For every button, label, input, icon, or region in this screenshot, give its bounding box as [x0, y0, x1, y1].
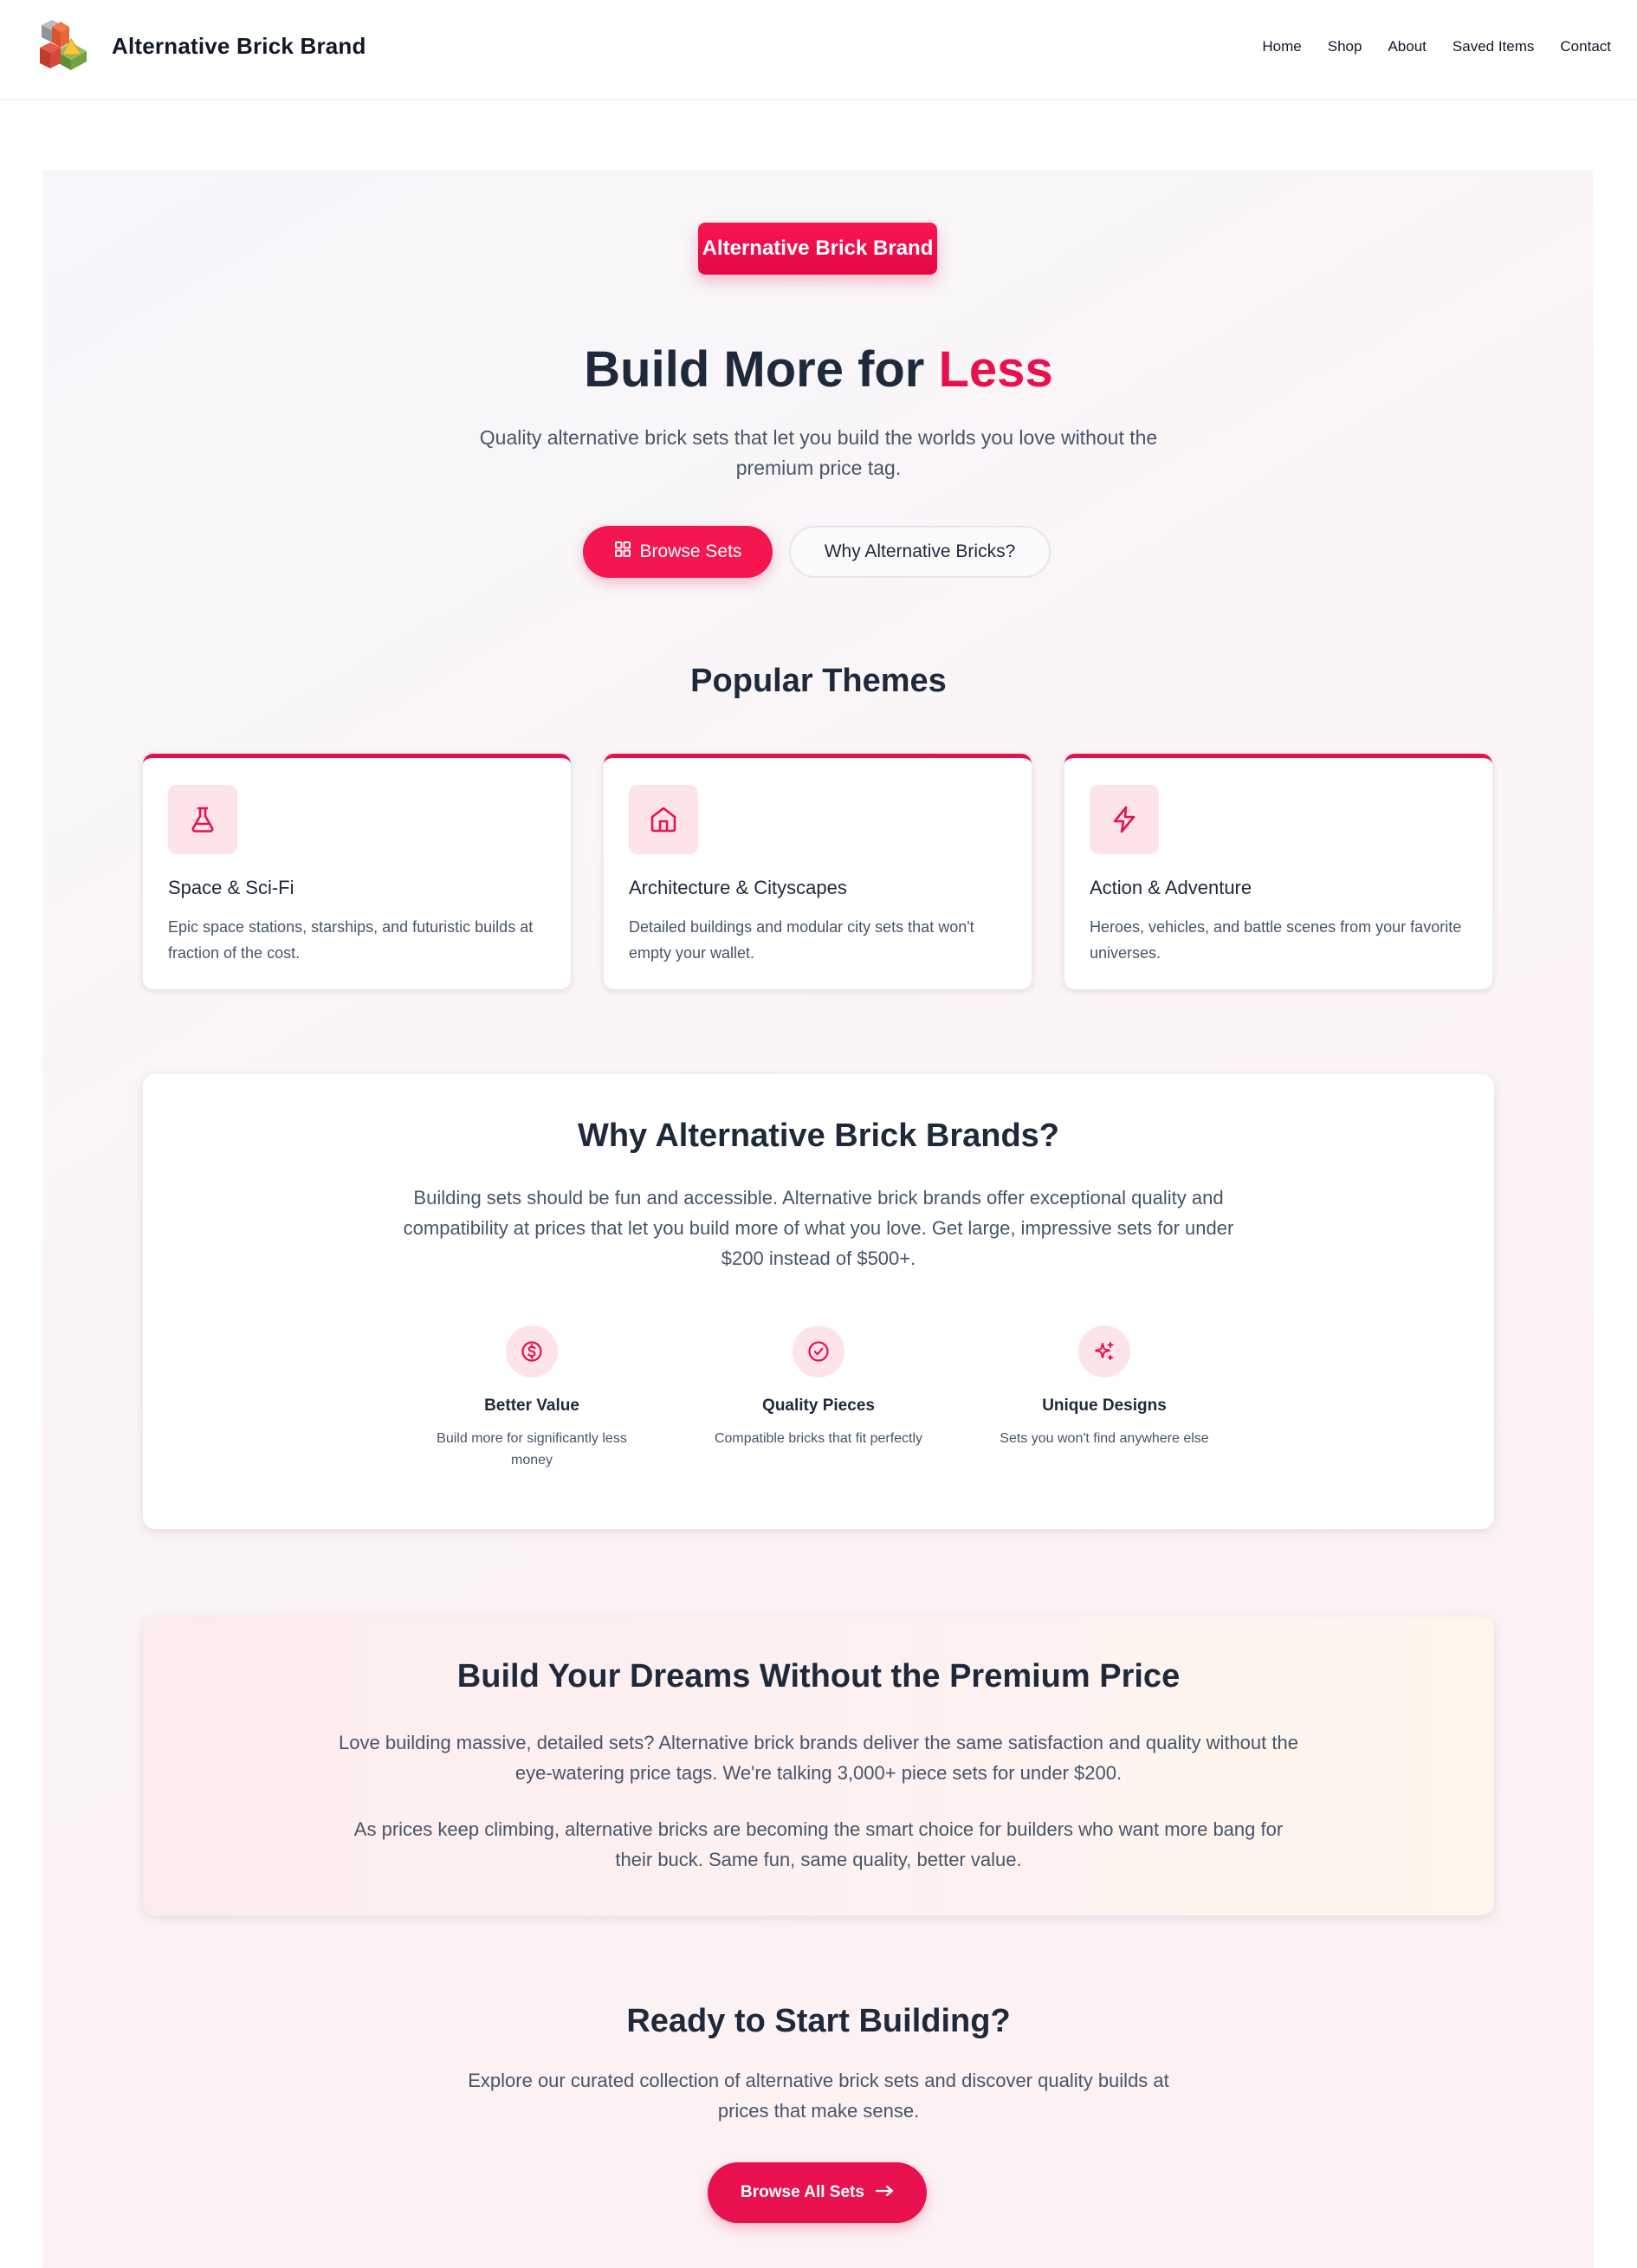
flask-icon — [168, 785, 237, 854]
theme-card-space[interactable]: Space & Sci-Fi Epic space stations, star… — [143, 754, 571, 989]
feature-title: Quality Pieces — [762, 1396, 875, 1415]
theme-card-title: Action & Adventure — [1090, 877, 1252, 898]
nav-about[interactable]: About — [1388, 38, 1426, 55]
theme-card-action[interactable]: Action & Adventure Heroes, vehicles, and… — [1064, 754, 1492, 989]
nav-shop[interactable]: Shop — [1328, 38, 1362, 55]
house-icon — [629, 785, 698, 854]
browse-sets-button[interactable]: Browse Sets — [583, 526, 773, 578]
why-title: Why Alternative Brick Brands? — [577, 1118, 1060, 1154]
feature-title: Unique Designs — [1042, 1396, 1167, 1415]
nav-contact[interactable]: Contact — [1560, 38, 1611, 55]
dreams-paragraph-2: As prices keep climbing, alternative bri… — [353, 1818, 1284, 1870]
feature-description: Compatible bricks that fit perfectly — [714, 1431, 923, 1446]
cta-title: Ready to Start Building? — [626, 2003, 1011, 2039]
feature-title: Better Value — [484, 1396, 579, 1415]
brick-stack-logo-icon[interactable] — [36, 13, 92, 84]
dreams-title: Build Your Dreams Without the Premium Pr… — [456, 1658, 1181, 1695]
dollar-icon — [506, 1325, 558, 1377]
theme-card-architecture[interactable]: Architecture & Cityscapes Detailed build… — [604, 754, 1032, 989]
check-circle-icon — [793, 1325, 844, 1377]
why-section: Why Alternative Brick Brands? Building s… — [143, 1074, 1494, 1529]
browse-all-sets-label: Browse All Sets — [741, 2183, 864, 2201]
hero-subtitle: Quality alternative brick sets that let … — [479, 426, 1158, 479]
feature-unique-designs: Unique Designs Sets you won't find anywh… — [992, 1325, 1217, 1449]
site-header: Alternative Brick Brand Home Shop About … — [0, 0, 1637, 100]
sparkles-icon — [1078, 1325, 1130, 1377]
popular-themes-title: Popular Themes — [690, 663, 947, 699]
brand-name[interactable]: Alternative Brick Brand — [112, 33, 366, 60]
why-text: Building sets should be fun and accessib… — [403, 1187, 1234, 1269]
nav-saved-items[interactable]: Saved Items — [1453, 38, 1535, 55]
feature-better-value: Better Value Build more for significantl… — [419, 1325, 644, 1471]
theme-card-description: Heroes, vehicles, and battle scenes from… — [1090, 918, 1462, 962]
main-nav: Home Shop About Saved Items Contact — [1236, 38, 1611, 55]
arrow-right-icon — [875, 2183, 894, 2202]
browse-sets-label: Browse Sets — [639, 541, 742, 561]
feature-description: Sets you won't find anywhere else — [1000, 1431, 1209, 1446]
grid-icon — [614, 541, 631, 563]
nav-home[interactable]: Home — [1262, 38, 1301, 55]
browse-all-sets-button[interactable]: Browse All Sets — [708, 2162, 927, 2223]
theme-card-title: Architecture & Cityscapes — [629, 877, 847, 898]
hero-title-accent: Less — [938, 341, 1053, 398]
feature-quality-pieces: Quality Pieces Compatible bricks that fi… — [706, 1325, 931, 1449]
dreams-section: Build Your Dreams Without the Premium Pr… — [143, 1617, 1494, 1915]
lightning-icon — [1090, 785, 1159, 854]
theme-card-description: Detailed buildings and modular city sets… — [629, 918, 974, 962]
theme-card-description: Epic space stations, starships, and futu… — [168, 918, 534, 962]
theme-card-title: Space & Sci-Fi — [168, 877, 294, 898]
cta-text: Explore our curated collection of altern… — [468, 2070, 1169, 2122]
brand-badge: Alternative Brick Brand — [698, 223, 937, 275]
hero-title-main: Build More for — [584, 341, 939, 398]
dreams-paragraph-1: Love building massive, detailed sets? Al… — [339, 1732, 1298, 1784]
feature-description: Build more for significantly less money — [437, 1431, 627, 1468]
hero-title: Build More for Less — [0, 340, 1637, 399]
why-alternative-bricks-button[interactable]: Why Alternative Bricks? — [789, 526, 1051, 578]
